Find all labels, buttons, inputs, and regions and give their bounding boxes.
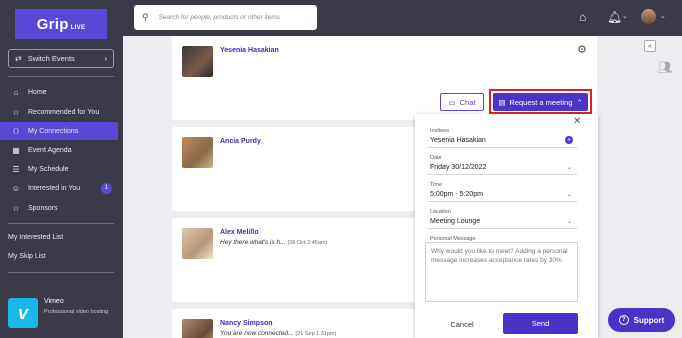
profile-photo[interactable]: [182, 228, 213, 259]
search-bar[interactable]: ⚲: [134, 5, 317, 30]
brand-suffix: LIVE: [70, 25, 86, 31]
help-icon: ?: [618, 315, 629, 325]
time-value: 5:00pm - 5:20pm: [430, 190, 483, 198]
divider: [8, 76, 114, 77]
sidebar-item-sponsors[interactable]: ☆ Sponsors: [0, 199, 118, 217]
request-meeting-label: Request a meeting: [509, 97, 573, 107]
sidebar-item-label: Event Agenda: [28, 146, 72, 154]
sponsor-name[interactable]: Vimeo: [44, 298, 64, 305]
request-meeting-button[interactable]: ▤ Request a meeting ⌃: [493, 93, 588, 111]
smile-icon: ☺: [11, 183, 21, 193]
my-interested-list-link[interactable]: My Interested List: [8, 234, 63, 241]
bell-icon[interactable]: 🔔︎: [607, 10, 622, 24]
add-invitee-icon[interactable]: +: [565, 136, 573, 144]
search-input[interactable]: [158, 14, 309, 21]
home-icon: ⌂: [13, 87, 19, 97]
sidebar-item-event-agenda[interactable]: ▦ Event Agenda: [0, 141, 118, 159]
schedule-icon: ☰: [12, 164, 20, 174]
divider: [8, 223, 114, 224]
home-icon[interactable]: ⌂: [579, 10, 586, 24]
profile-photo[interactable]: [182, 319, 213, 338]
invitees-field[interactable]: Yesenia Hasakian +: [427, 133, 577, 148]
invitees-value: Yesenia Hasakian: [430, 136, 486, 144]
chevron-right-icon: ›: [104, 54, 107, 63]
star-icon: ☆: [12, 107, 20, 117]
time-select[interactable]: 5:00pm - 5:20pm ⌄: [427, 187, 577, 202]
sidebar-item-interested-in-you[interactable]: ☺ Interested in You 1: [0, 179, 118, 197]
vimeo-logo[interactable]: v: [8, 298, 38, 328]
cancel-button[interactable]: Cancel: [440, 316, 484, 332]
support-button[interactable]: ? Support: [608, 308, 675, 332]
sidebar-item-label: Recommended for You: [28, 108, 100, 116]
location-value: Meeting Lounge: [430, 217, 481, 225]
calendar-icon: ▤: [498, 97, 506, 107]
divider: [8, 272, 114, 273]
chat-button[interactable]: ▭ Chat: [440, 93, 484, 111]
message-timestamp: (21 Sep 1:31pm): [295, 331, 337, 337]
switch-events-button[interactable]: ⇄ Switch Events ›: [8, 49, 114, 68]
date-value: Friday 30/12/2022: [430, 163, 487, 171]
star-outline-icon: ☆: [12, 203, 20, 213]
chevron-up-icon: ⌃: [576, 97, 583, 107]
people-icon[interactable]: 👥︎: [657, 60, 672, 74]
profile-photo[interactable]: [182, 46, 213, 77]
search-icon: ⚲: [142, 12, 149, 22]
chat-icon: ▭: [448, 97, 456, 107]
sponsor-description: Professional video hosting: [44, 309, 109, 315]
send-button[interactable]: Send: [503, 313, 578, 334]
message-timestamp: (06 Oct 2:45am): [287, 240, 328, 246]
location-select[interactable]: Meeting Lounge ⌄: [427, 214, 577, 229]
brand-logo[interactable]: Grip LIVE: [15, 9, 107, 39]
chevron-down-icon[interactable]: ⌄: [622, 12, 628, 20]
last-message-text: You are now connected...: [220, 330, 294, 337]
chat-button-label: Chat: [459, 97, 476, 107]
count-badge: 1: [101, 182, 112, 194]
user-avatar[interactable]: [641, 9, 656, 24]
sidebar-item-label: My Connections: [28, 127, 79, 135]
gear-icon[interactable]: ⚙: [577, 43, 587, 56]
connection-name[interactable]: Ancia Purdy: [220, 138, 261, 145]
swap-icon: ⇄: [15, 54, 22, 63]
sidebar-item-my-schedule[interactable]: ☰ My Schedule: [0, 160, 118, 178]
connections-icon: ⚇: [12, 126, 20, 136]
profile-photo[interactable]: [182, 137, 213, 168]
chevron-down-icon: ⌄: [566, 164, 572, 171]
brand-name: Grip: [36, 15, 69, 33]
chevron-down-icon: ⌄: [566, 218, 572, 225]
connection-name[interactable]: Alex Melillo: [220, 229, 259, 236]
personal-message-input[interactable]: [425, 242, 578, 302]
switch-events-label: Switch Events: [27, 54, 75, 63]
close-icon[interactable]: ✕: [573, 116, 581, 127]
chevron-down-icon[interactable]: ⌄: [660, 12, 666, 20]
chevron-down-icon: ⌄: [566, 191, 572, 198]
sidebar-item-home[interactable]: ⌂ Home: [0, 83, 118, 101]
date-select[interactable]: Friday 30/12/2022 ⌄: [427, 160, 577, 175]
last-message-text: Hey there what's is h...: [220, 239, 286, 246]
sidebar-item-my-connections[interactable]: ⚇ My Connections: [0, 122, 118, 140]
collapse-panel-icon[interactable]: «: [644, 40, 656, 52]
sidebar-item-recommended[interactable]: ☆ Recommended for You: [0, 103, 118, 121]
connection-name[interactable]: Nancy Simpson: [220, 320, 273, 327]
sidebar-item-label: Interested in You: [28, 184, 81, 192]
my-skip-list-link[interactable]: My Skip List: [8, 253, 46, 260]
support-label: Support: [633, 315, 665, 325]
sidebar-item-label: Home: [28, 88, 47, 96]
connection-name[interactable]: Yesenia Hasakian: [220, 47, 279, 54]
last-message: Hey there what's is h... (06 Oct 2:45am): [220, 239, 327, 246]
last-message: You are now connected... (21 Sep 1:31pm): [220, 330, 336, 337]
calendar-icon: ▦: [12, 145, 20, 155]
sidebar: Grip LIVE ⇄ Switch Events › ⌂ Home ☆ Rec…: [0, 0, 123, 338]
sidebar-item-label: Sponsors: [28, 204, 58, 212]
sidebar-item-label: My Schedule: [28, 165, 69, 173]
